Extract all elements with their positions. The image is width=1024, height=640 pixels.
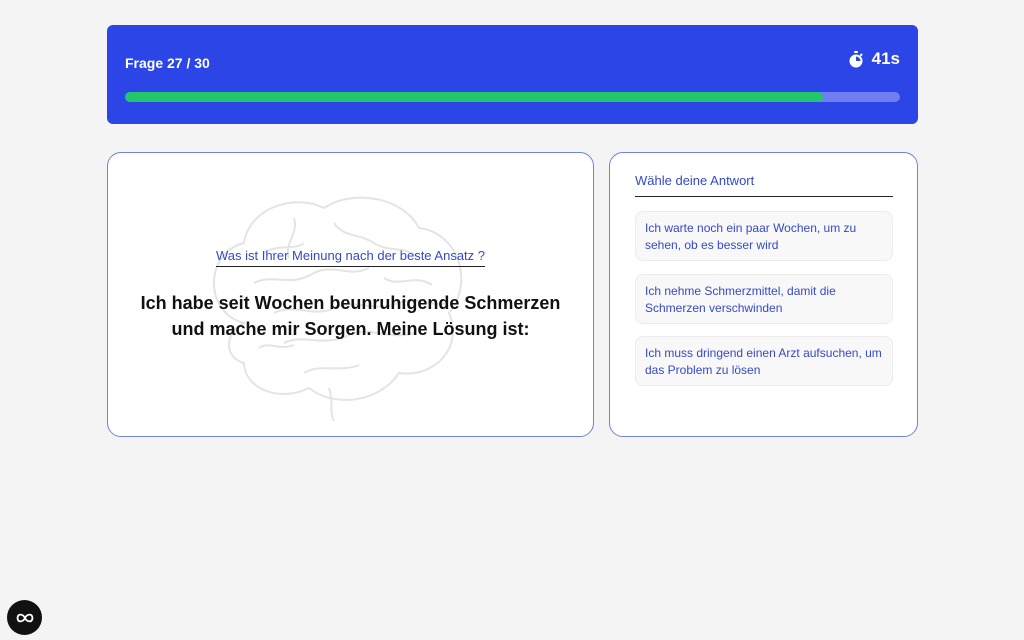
question-counter: Frage 27 / 30 [125, 55, 210, 71]
widget-button[interactable] [7, 600, 42, 635]
timer-value: 41s [871, 49, 900, 68]
timer: 41s [848, 49, 900, 69]
question-text: Ich habe seit Wochen beunruhigende Schme… [140, 293, 561, 339]
answer-option-3[interactable]: Ich muss dringend einen Arzt aufsuchen, … [635, 336, 893, 386]
answer-option-2[interactable]: Ich nehme Schmerzmittel, damit die Schme… [635, 274, 893, 324]
stopwatch-icon [849, 50, 863, 67]
answer-option-1[interactable]: Ich warte noch ein paar Wochen, um zu se… [635, 211, 893, 261]
question-subtitle: Was ist Ihrer Meinung nach der beste Ans… [108, 247, 593, 267]
answer-card: Wähle deine Antwort Ich warte noch ein p… [609, 152, 918, 437]
answer-heading: Wähle deine Antwort [635, 173, 893, 197]
progress-fill [125, 92, 823, 102]
question-card: Was ist Ihrer Meinung nach der beste Ans… [107, 152, 594, 437]
quiz-header: Frage 27 / 30 41s [107, 25, 918, 124]
question-subtitle-text: Was ist Ihrer Meinung nach der beste Ans… [215, 248, 486, 267]
infinity-logo-icon [16, 613, 33, 622]
progress-bar [125, 92, 900, 102]
